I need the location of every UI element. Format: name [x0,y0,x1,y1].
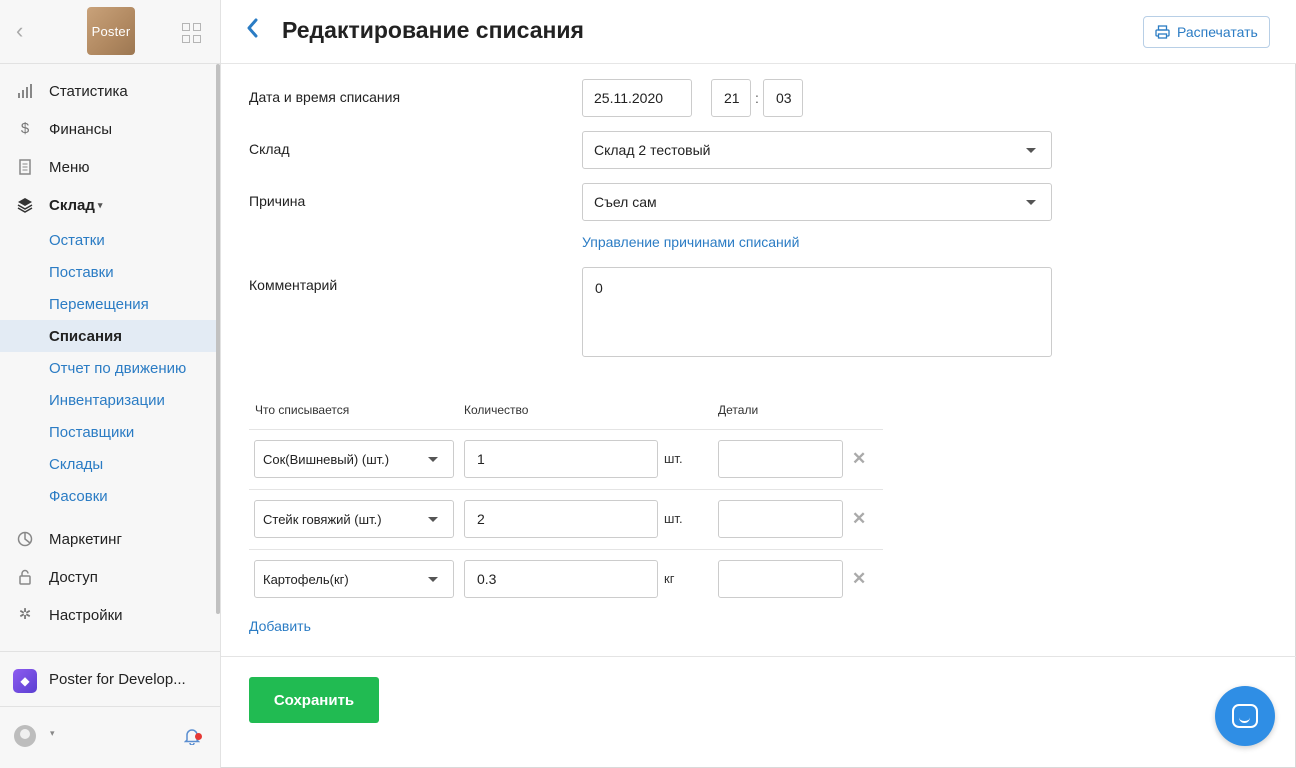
comment-label: Комментарий [249,277,338,293]
item-select[interactable]: Сок(Вишневый) (шт.) [254,440,454,478]
page-header: Редактирование списания Распечатать [221,0,1296,64]
avatar[interactable] [14,725,36,747]
sidebar-item-label: Меню [49,158,90,176]
sidebar-top: ‹ Poster [0,0,220,64]
hour-input[interactable]: 21 [711,79,751,117]
reason-select[interactable]: Съел сам [582,183,1052,221]
sidebar-item-settings[interactable]: ✲ Настройки [0,596,217,634]
page-title: Редактирование списания [282,17,584,43]
sidebar-sub-stock[interactable]: Остатки [0,224,217,256]
sidebar-sub-transfers[interactable]: Перемещения [0,288,217,320]
printer-icon [1155,25,1170,39]
sidebar: ‹ Poster Статистика $ Финансы Меню Склад… [0,0,221,768]
add-row-link[interactable]: Добавить [249,618,311,634]
item-select[interactable]: Картофель(кг) [254,560,454,598]
column-header-details: Детали [718,403,759,417]
sidebar-scrollbar[interactable] [216,64,220,614]
unit-label: шт. [664,511,683,526]
item-select[interactable]: Стейк говяжий (шт.) [254,500,454,538]
reason-value: Съел сам [594,194,657,210]
sidebar-item-access[interactable]: Доступ [0,558,217,596]
item-value: Картофель(кг) [263,571,349,587]
sidebar-item-menu[interactable]: Меню [0,148,217,186]
comment-textarea[interactable]: 0 [582,267,1052,357]
row-divider [249,429,883,430]
sidebar-sub-supplies[interactable]: Поставки [0,256,217,288]
sidebar-item-warehouse[interactable]: Склад ▾ [0,186,217,224]
sidebar-menu: Статистика $ Финансы Меню Склад ▾ Остатк… [0,72,217,634]
reason-label: Причина [249,193,306,209]
quantity-input[interactable]: 0.3 [464,560,658,598]
pie-icon [17,531,33,547]
warehouse-label: Склад [249,141,290,157]
save-button[interactable]: Сохранить [249,677,379,723]
quantity-input[interactable]: 1 [464,440,658,478]
unit-label: кг [664,571,675,586]
sidebar-item-statistics[interactable]: Статистика [0,72,217,110]
details-input[interactable] [718,440,843,478]
details-input[interactable] [718,560,843,598]
sidebar-sub-movement-report[interactable]: Отчет по движению [0,352,217,384]
row-divider [249,549,883,550]
remove-row-icon[interactable]: ✕ [852,450,866,467]
back-arrow-icon[interactable] [245,16,259,45]
sidebar-item-label: Склад [49,196,95,214]
print-button[interactable]: Распечатать [1143,16,1270,48]
sidebar-sub-packaging[interactable]: Фасовки [0,480,217,512]
row-divider [249,489,883,490]
sidebar-item-developer-app[interactable]: ◆ Poster for Develop... [0,651,220,707]
layers-icon [17,197,33,213]
column-header-item: Что списывается [255,403,350,417]
chevron-left-icon[interactable]: ‹ [16,20,23,42]
item-value: Сок(Вишневый) (шт.) [263,451,390,467]
sidebar-item-marketing[interactable]: Маркетинг [0,520,217,558]
footer-divider [221,656,1296,657]
sidebar-item-label: Статистика [49,82,128,100]
sidebar-sub-inventory[interactable]: Инвентаризации [0,384,217,416]
print-label: Распечатать [1177,24,1258,40]
details-input[interactable] [718,500,843,538]
chat-icon [1232,704,1258,728]
poster-logo[interactable]: Poster [87,7,135,55]
warehouse-value: Склад 2 тестовый [594,142,711,158]
caret-down-icon[interactable]: ▾ [50,728,55,739]
developer-app-label: Poster for Develop... [49,671,186,688]
sidebar-item-finance[interactable]: $ Финансы [0,110,217,148]
minute-input[interactable]: 03 [763,79,803,117]
sidebar-item-label: Финансы [49,120,112,138]
unit-label: шт. [664,451,683,466]
datetime-label: Дата и время списания [249,89,401,105]
sidebar-sub-suppliers[interactable]: Поставщики [0,416,217,448]
manage-reasons-link[interactable]: Управление причинами списаний [582,234,799,250]
chat-widget-button[interactable] [1215,686,1275,746]
quantity-input[interactable]: 2 [464,500,658,538]
document-icon [17,159,33,175]
app-icon: ◆ [13,669,37,693]
sidebar-sub-warehouses[interactable]: Склады [0,448,217,480]
lock-icon [17,569,33,585]
item-value: Стейк говяжий (шт.) [263,511,382,527]
sidebar-item-label: Доступ [49,568,98,586]
dollar-icon: $ [20,120,30,137]
time-separator: : [755,90,759,106]
sidebar-item-label: Настройки [49,606,123,624]
notification-dot [195,733,202,740]
sidebar-sub-writeoffs[interactable]: Списания [0,320,217,352]
bar-chart-icon [17,83,33,99]
warehouse-select[interactable]: Склад 2 тестовый [582,131,1052,169]
column-header-qty: Количество [464,403,529,417]
caret-down-icon: ▾ [97,199,103,210]
remove-row-icon[interactable]: ✕ [852,570,866,587]
gear-icon: ✲ [18,606,32,623]
remove-row-icon[interactable]: ✕ [852,510,866,527]
date-input[interactable]: 25.11.2020 [582,79,692,117]
grid-icon[interactable] [182,23,202,43]
sidebar-item-label: Маркетинг [49,530,122,548]
